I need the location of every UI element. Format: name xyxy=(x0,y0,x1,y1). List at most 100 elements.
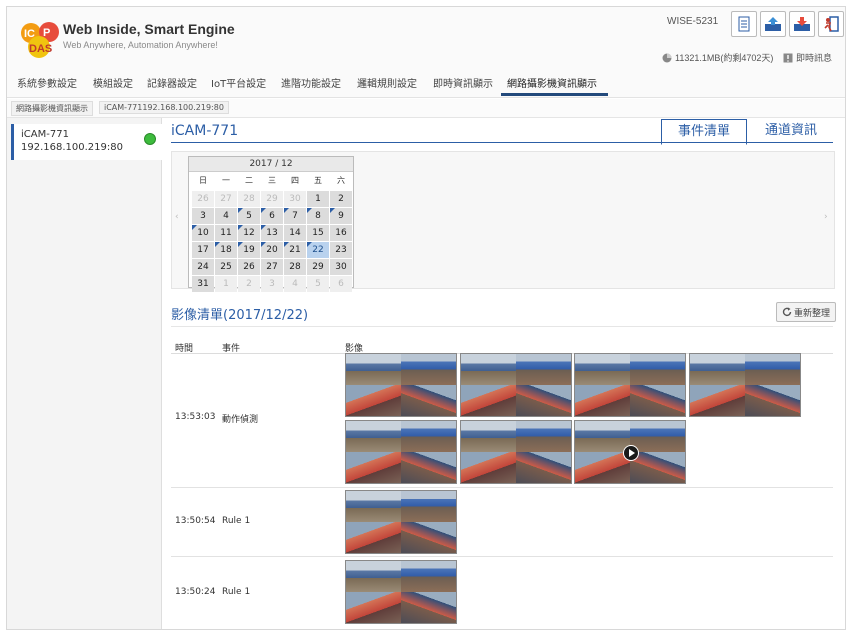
calendar-month-label: 2017 / 12 xyxy=(189,157,353,172)
nav-module-settings[interactable]: 模組設定 xyxy=(93,75,133,90)
calendar-day[interactable]: 27 xyxy=(261,259,283,275)
calendar-day[interactable]: 24 xyxy=(192,259,214,275)
calendar-weekday: 一 xyxy=(222,176,230,185)
calendar-day[interactable]: 16 xyxy=(330,225,352,241)
breadcrumb-item-ipcam[interactable]: 網路攝影機資訊顯示 xyxy=(11,101,93,116)
calendar-weekday: 五 xyxy=(314,176,322,185)
calendar-day[interactable]: 3 xyxy=(192,208,214,224)
event-thumbnail[interactable] xyxy=(689,353,801,417)
calendar-day[interactable]: 2 xyxy=(238,276,260,292)
nav-iot-settings[interactable]: IoT平台設定 xyxy=(211,75,266,90)
document-icon[interactable] xyxy=(731,11,757,37)
calendar-day[interactable]: 9 xyxy=(330,208,352,224)
calendar-day[interactable]: 5 xyxy=(307,276,329,292)
nav-ipcam-info[interactable]: 網路攝影機資訊顯示 xyxy=(507,75,597,90)
calendar-day[interactable]: 10 xyxy=(192,225,214,241)
nav-realtime-info[interactable]: 即時資訊顯示 xyxy=(433,75,493,90)
nav-advanced-settings[interactable]: 進階功能設定 xyxy=(281,75,341,90)
calendar-day[interactable]: 26 xyxy=(238,259,260,275)
app-window: IC P DAS Web Inside, Smart Engine Web An… xyxy=(6,6,846,630)
logout-icon[interactable] xyxy=(818,11,844,37)
calendar-day[interactable]: 30 xyxy=(284,191,306,207)
nav-active-indicator xyxy=(501,93,608,96)
calendar-day[interactable]: 18 xyxy=(215,242,237,258)
upload-icon[interactable] xyxy=(760,11,786,37)
row-divider xyxy=(171,556,833,557)
event-thumbnail[interactable] xyxy=(345,353,457,417)
calendar-weekday: 二 xyxy=(245,176,253,185)
calendar-weekday: 六 xyxy=(337,176,345,185)
calendar-day[interactable]: 12 xyxy=(238,225,260,241)
page-title: iCAM-771 xyxy=(171,123,239,139)
event-thumbnail[interactable] xyxy=(345,420,457,484)
refresh-button[interactable]: 重新整理 xyxy=(776,302,836,322)
event-thumbnail[interactable] xyxy=(574,353,686,417)
nav-logic-rules[interactable]: 邏輯規則設定 xyxy=(357,75,417,90)
calendar-day[interactable]: 1 xyxy=(215,276,237,292)
calendar-day[interactable]: 6 xyxy=(330,276,352,292)
calendar-day[interactable]: 17 xyxy=(192,242,214,258)
calendar-day[interactable]: 23 xyxy=(330,242,352,258)
image-list-title: 影像清單(2017/12/22) xyxy=(171,308,309,323)
calendar-day-selected[interactable]: 22 xyxy=(307,242,329,258)
storage-icon xyxy=(662,53,672,62)
brand-subtitle: Web Anywhere, Automation Anywhere! xyxy=(63,40,218,50)
calendar-day[interactable]: 28 xyxy=(284,259,306,275)
breadcrumb-item-camera[interactable]: iCAM-771192.168.100.219:80 xyxy=(99,101,229,114)
calendar-day[interactable]: 31 xyxy=(192,276,214,292)
tab-channel-info[interactable]: 通道資訊 xyxy=(749,119,833,143)
calendar-day[interactable]: 8 xyxy=(307,208,329,224)
calendar-day[interactable]: 30 xyxy=(330,259,352,275)
calendar-day[interactable]: 1 xyxy=(307,191,329,207)
calendar-day[interactable]: 20 xyxy=(261,242,283,258)
calendar-day[interactable]: 2 xyxy=(330,191,352,207)
calendar-day[interactable]: 4 xyxy=(215,208,237,224)
calendar-day[interactable]: 14 xyxy=(284,225,306,241)
row-time: 13:50:24 xyxy=(175,587,216,597)
calendar-day[interactable]: 15 xyxy=(307,225,329,241)
nav-logger-settings[interactable]: 記錄器設定 xyxy=(147,75,197,90)
calendar-day[interactable]: 13 xyxy=(261,225,283,241)
calendar: 2017 / 12 日一二三四五六 26 27 28 29 30 1 2 3 4 5 6 7 8 9 10 11… xyxy=(188,156,354,292)
calendar-day[interactable]: 6 xyxy=(261,208,283,224)
sidebar: iCAM-771 192.168.100.219:80 xyxy=(7,118,162,629)
event-thumbnail[interactable] xyxy=(460,420,572,484)
scroll-left-icon[interactable]: ‹ xyxy=(175,212,179,222)
camera-ip: 192.168.100.219:80 xyxy=(21,142,123,153)
calendar-day[interactable]: 25 xyxy=(215,259,237,275)
calendar-day[interactable]: 3 xyxy=(261,276,283,292)
refresh-icon xyxy=(782,307,792,316)
calendar-day[interactable]: 26 xyxy=(192,191,214,207)
calendar-day[interactable]: 4 xyxy=(284,276,306,292)
event-thumbnail[interactable] xyxy=(460,353,572,417)
calendar-day[interactable]: 27 xyxy=(215,191,237,207)
sidebar-item-camera[interactable]: iCAM-771 192.168.100.219:80 xyxy=(11,124,162,160)
nav-system-settings[interactable]: 系統參數設定 xyxy=(17,75,77,90)
event-thumbnail[interactable] xyxy=(345,560,457,624)
play-icon[interactable] xyxy=(623,445,639,461)
title-divider xyxy=(171,142,833,143)
calendar-day[interactable]: 21 xyxy=(284,242,306,258)
svg-text:P: P xyxy=(43,27,50,39)
calendar-day[interactable]: 29 xyxy=(307,259,329,275)
header: IC P DAS Web Inside, Smart Engine Web An… xyxy=(7,7,845,71)
calendar-day[interactable]: 19 xyxy=(238,242,260,258)
calendar-weekday: 四 xyxy=(291,176,299,185)
storage-indicator: 11321.1MB(約剩4702天) xyxy=(662,51,773,64)
calendar-day[interactable]: 11 xyxy=(215,225,237,241)
download-icon[interactable] xyxy=(789,11,815,37)
row-divider xyxy=(171,487,833,488)
calendar-day[interactable]: 7 xyxy=(284,208,306,224)
calendar-day[interactable]: 5 xyxy=(238,208,260,224)
realtime-message-button[interactable]: 即時訊息 xyxy=(783,51,832,64)
calendar-grid: 日一二三四五六 26 27 28 29 30 1 2 3 4 5 6 7 8 9 10 11 12 13 14 15 16… xyxy=(189,172,353,292)
scroll-right-icon[interactable]: › xyxy=(824,212,828,222)
model-label: WISE-5231 xyxy=(667,16,719,27)
event-thumbnail[interactable] xyxy=(345,490,457,554)
calendar-day[interactable]: 29 xyxy=(261,191,283,207)
event-video-thumbnail[interactable] xyxy=(574,420,686,484)
camera-name: iCAM-771 xyxy=(21,129,69,140)
realtime-label: 即時訊息 xyxy=(796,53,833,63)
refresh-label: 重新整理 xyxy=(793,308,830,319)
calendar-day[interactable]: 28 xyxy=(238,191,260,207)
